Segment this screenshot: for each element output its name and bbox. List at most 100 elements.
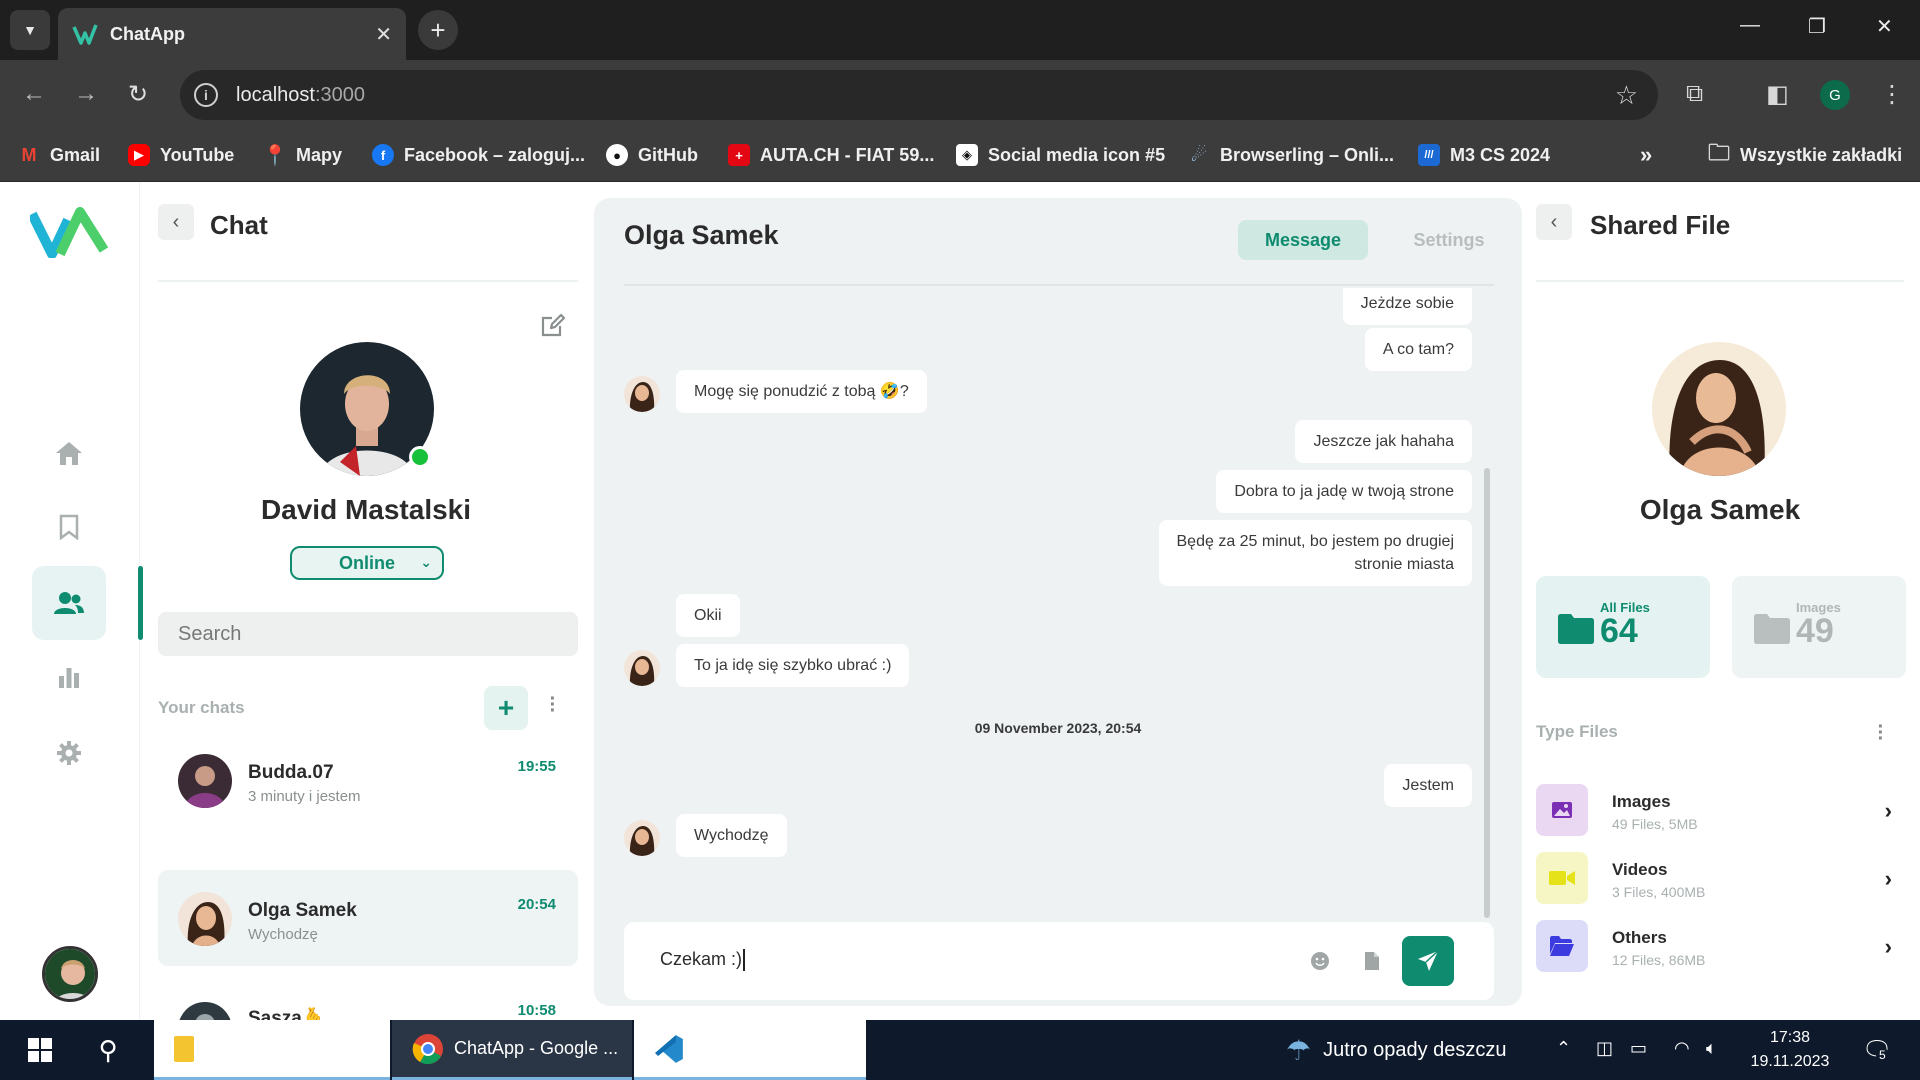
search-icon[interactable]: ⚲ xyxy=(88,1020,128,1080)
facebook-icon: f xyxy=(372,144,394,166)
profile-avatar[interactable]: G xyxy=(1820,80,1850,110)
back-arrow-icon[interactable]: ← xyxy=(22,80,46,108)
bookmark-github[interactable]: ● GitHub xyxy=(606,140,698,170)
search-input[interactable]: Search xyxy=(158,612,578,656)
message-composer[interactable]: Czekam :) xyxy=(624,922,1494,1000)
wifi-icon[interactable]: ◠ xyxy=(1674,1038,1690,1059)
type-sub: 12 Files, 86MB xyxy=(1612,952,1706,968)
chat-time: 20:54 xyxy=(517,896,556,913)
chat-last-message: Wychodzę xyxy=(248,926,318,943)
your-chats-label: Your chats xyxy=(158,698,245,717)
tray-chevron-icon[interactable]: ⌃ xyxy=(1556,1038,1571,1059)
volume-icon[interactable]: 🔈︎ xyxy=(1706,1038,1717,1059)
bookmark-social-media[interactable]: ◈ Social media icon #5 xyxy=(956,140,1165,170)
battery-icon[interactable]: ▭ xyxy=(1630,1038,1647,1059)
bookmark-browserling[interactable]: ☄ Browserling – Onli... xyxy=(1188,140,1394,170)
tab-close-icon[interactable]: ✕ xyxy=(375,22,392,47)
browser-tab[interactable]: ChatApp ✕ xyxy=(58,8,406,60)
meet-icon[interactable]: ◫ xyxy=(1596,1038,1613,1059)
my-avatar[interactable] xyxy=(42,946,98,1002)
shared-back-button[interactable]: ‹ xyxy=(1536,204,1572,240)
message-input[interactable]: Czekam :) xyxy=(660,949,746,972)
start-button[interactable] xyxy=(20,1020,60,1080)
all-bookmarks[interactable]: 🗀 Wszystkie zakładki xyxy=(1708,140,1902,170)
minimize-icon[interactable]: — xyxy=(1740,14,1760,37)
address-bar[interactable]: i localhost:3000 ☆ xyxy=(180,70,1658,120)
bookmark-m3[interactable]: ///M3 CS 2024 xyxy=(1418,140,1550,170)
type-row-videos[interactable]: Videos 3 Files, 400MB › xyxy=(1536,852,1904,908)
extensions-icon[interactable]: ⧉ xyxy=(1686,80,1703,108)
type-row-others[interactable]: Others 12 Files, 86MB › xyxy=(1536,920,1904,976)
message-bubble: Mogę się ponudzić z tobą 🤣? xyxy=(676,370,927,413)
folder-icon xyxy=(174,1035,194,1062)
codepen-icon: ◈ xyxy=(956,144,978,166)
chat-item-sasza[interactable]: Sasza🫰 10:58 xyxy=(158,980,578,1020)
attach-file-icon[interactable] xyxy=(1364,951,1380,971)
chat-app: ‹ Chat David Mastalski Online ⌄ Search Y… xyxy=(0,182,1920,1020)
type-name: Videos xyxy=(1612,860,1668,879)
edit-profile-icon[interactable] xyxy=(540,312,566,338)
side-panel-icon[interactable]: ◧ xyxy=(1766,80,1789,109)
weather-widget[interactable]: ☂ Jutro opady deszczu xyxy=(1286,1020,1507,1080)
folder-icon xyxy=(1754,614,1790,644)
app-logo xyxy=(30,207,109,258)
bookmark-autach[interactable]: + AUTA.CH - FIAT 59... xyxy=(728,140,934,170)
reload-icon[interactable]: ↻ xyxy=(128,80,148,109)
shared-file-panel: ‹ Shared File Olga Samek All Files 64 Im… xyxy=(1536,182,1920,1020)
clock-date: 19.11.2023 xyxy=(1750,1053,1830,1070)
forward-arrow-icon[interactable]: → xyxy=(74,80,98,108)
chat-list-panel: ‹ Chat David Mastalski Online ⌄ Search Y… xyxy=(140,182,592,1020)
bookmark-youtube[interactable]: ▶ YouTube xyxy=(128,140,234,170)
bookmark-icon[interactable] xyxy=(32,490,106,564)
bookmark-star-icon[interactable]: ☆ xyxy=(1615,80,1638,111)
all-files-card[interactable]: All Files 64 xyxy=(1536,576,1710,678)
type-name: Images xyxy=(1612,792,1671,811)
site-info-icon[interactable]: i xyxy=(194,83,218,107)
settings-gear-icon[interactable] xyxy=(32,716,106,790)
home-icon[interactable] xyxy=(32,416,106,490)
browser-menu-icon[interactable]: ⋮ xyxy=(1880,80,1904,109)
users-icon[interactable] xyxy=(32,566,106,640)
chart-icon[interactable] xyxy=(32,640,106,714)
system-clock[interactable]: 17:38 19.11.2023 xyxy=(1740,1026,1840,1074)
my-name: David Mastalski xyxy=(260,494,472,525)
online-status-dot xyxy=(409,446,431,468)
taskbar-explorer[interactable]: src xyxy=(154,1020,390,1080)
send-button[interactable] xyxy=(1402,936,1454,986)
taskbar-chrome[interactable]: ChatApp - Google ... xyxy=(392,1020,632,1080)
bookmark-maps[interactable]: 📍 Mapy xyxy=(263,140,342,170)
bookmark-facebook[interactable]: f Facebook – zaloguj... xyxy=(372,140,585,170)
type-row-images[interactable]: Images 49 Files, 5MB › xyxy=(1536,784,1904,840)
gmail-icon: M xyxy=(21,144,37,165)
message-line: Będę za 25 minut, bo jestem po drugiej xyxy=(1176,533,1455,550)
stat-value: 49 xyxy=(1796,612,1834,650)
window-close-icon[interactable]: ✕ xyxy=(1876,14,1893,39)
chat-last-message: 3 minuty i jestem xyxy=(248,788,361,805)
more-bookmarks-icon[interactable]: » xyxy=(1640,140,1652,170)
tab-settings[interactable]: Settings xyxy=(1384,220,1514,260)
status-dropdown[interactable]: Online ⌄ xyxy=(290,546,444,580)
message-bubble: Jeżdze sobie xyxy=(1342,288,1472,325)
vscode-icon xyxy=(654,1034,683,1063)
chat-item-olga[interactable]: Olga Samek Wychodzę 20:54 xyxy=(158,870,578,966)
emoji-icon[interactable] xyxy=(1310,951,1330,971)
notifications-button[interactable]: 🗨︎ 5 xyxy=(1862,1036,1892,1065)
windows-taskbar: ⚲ src ChatApp - Google ... app.js - Mess… xyxy=(0,1020,1920,1080)
chats-more-icon[interactable]: · · · xyxy=(548,689,558,721)
type-files-more-icon[interactable]: · · · xyxy=(1876,717,1886,749)
chat-back-button[interactable]: ‹ xyxy=(158,204,194,240)
taskbar-vscode[interactable]: app.js - Messenger ... xyxy=(634,1020,866,1080)
bookmark-gmail[interactable]: M Gmail xyxy=(18,140,101,170)
message-scrollbar[interactable] xyxy=(1484,468,1490,918)
new-tab-button[interactable]: + xyxy=(418,10,458,50)
message-bubble: Jeszcze jak hahaha xyxy=(1295,420,1472,463)
images-card[interactable]: Images 49 xyxy=(1732,576,1906,678)
add-chat-button[interactable]: + xyxy=(484,686,528,730)
chat-item-budda[interactable]: Budda.07 3 minuty i jestem 19:55 xyxy=(158,732,578,828)
tab-message[interactable]: Message xyxy=(1238,220,1368,260)
message-bubble-multiline: Będę za 25 minut, bo jestem po drugiej s… xyxy=(1158,520,1472,586)
restore-icon[interactable]: ❐ xyxy=(1808,14,1826,39)
tab-search-chevron-icon[interactable]: ▼ xyxy=(10,10,50,50)
type-sub: 3 Files, 400MB xyxy=(1612,884,1706,900)
message-bubble: Wychodzę xyxy=(676,814,787,857)
